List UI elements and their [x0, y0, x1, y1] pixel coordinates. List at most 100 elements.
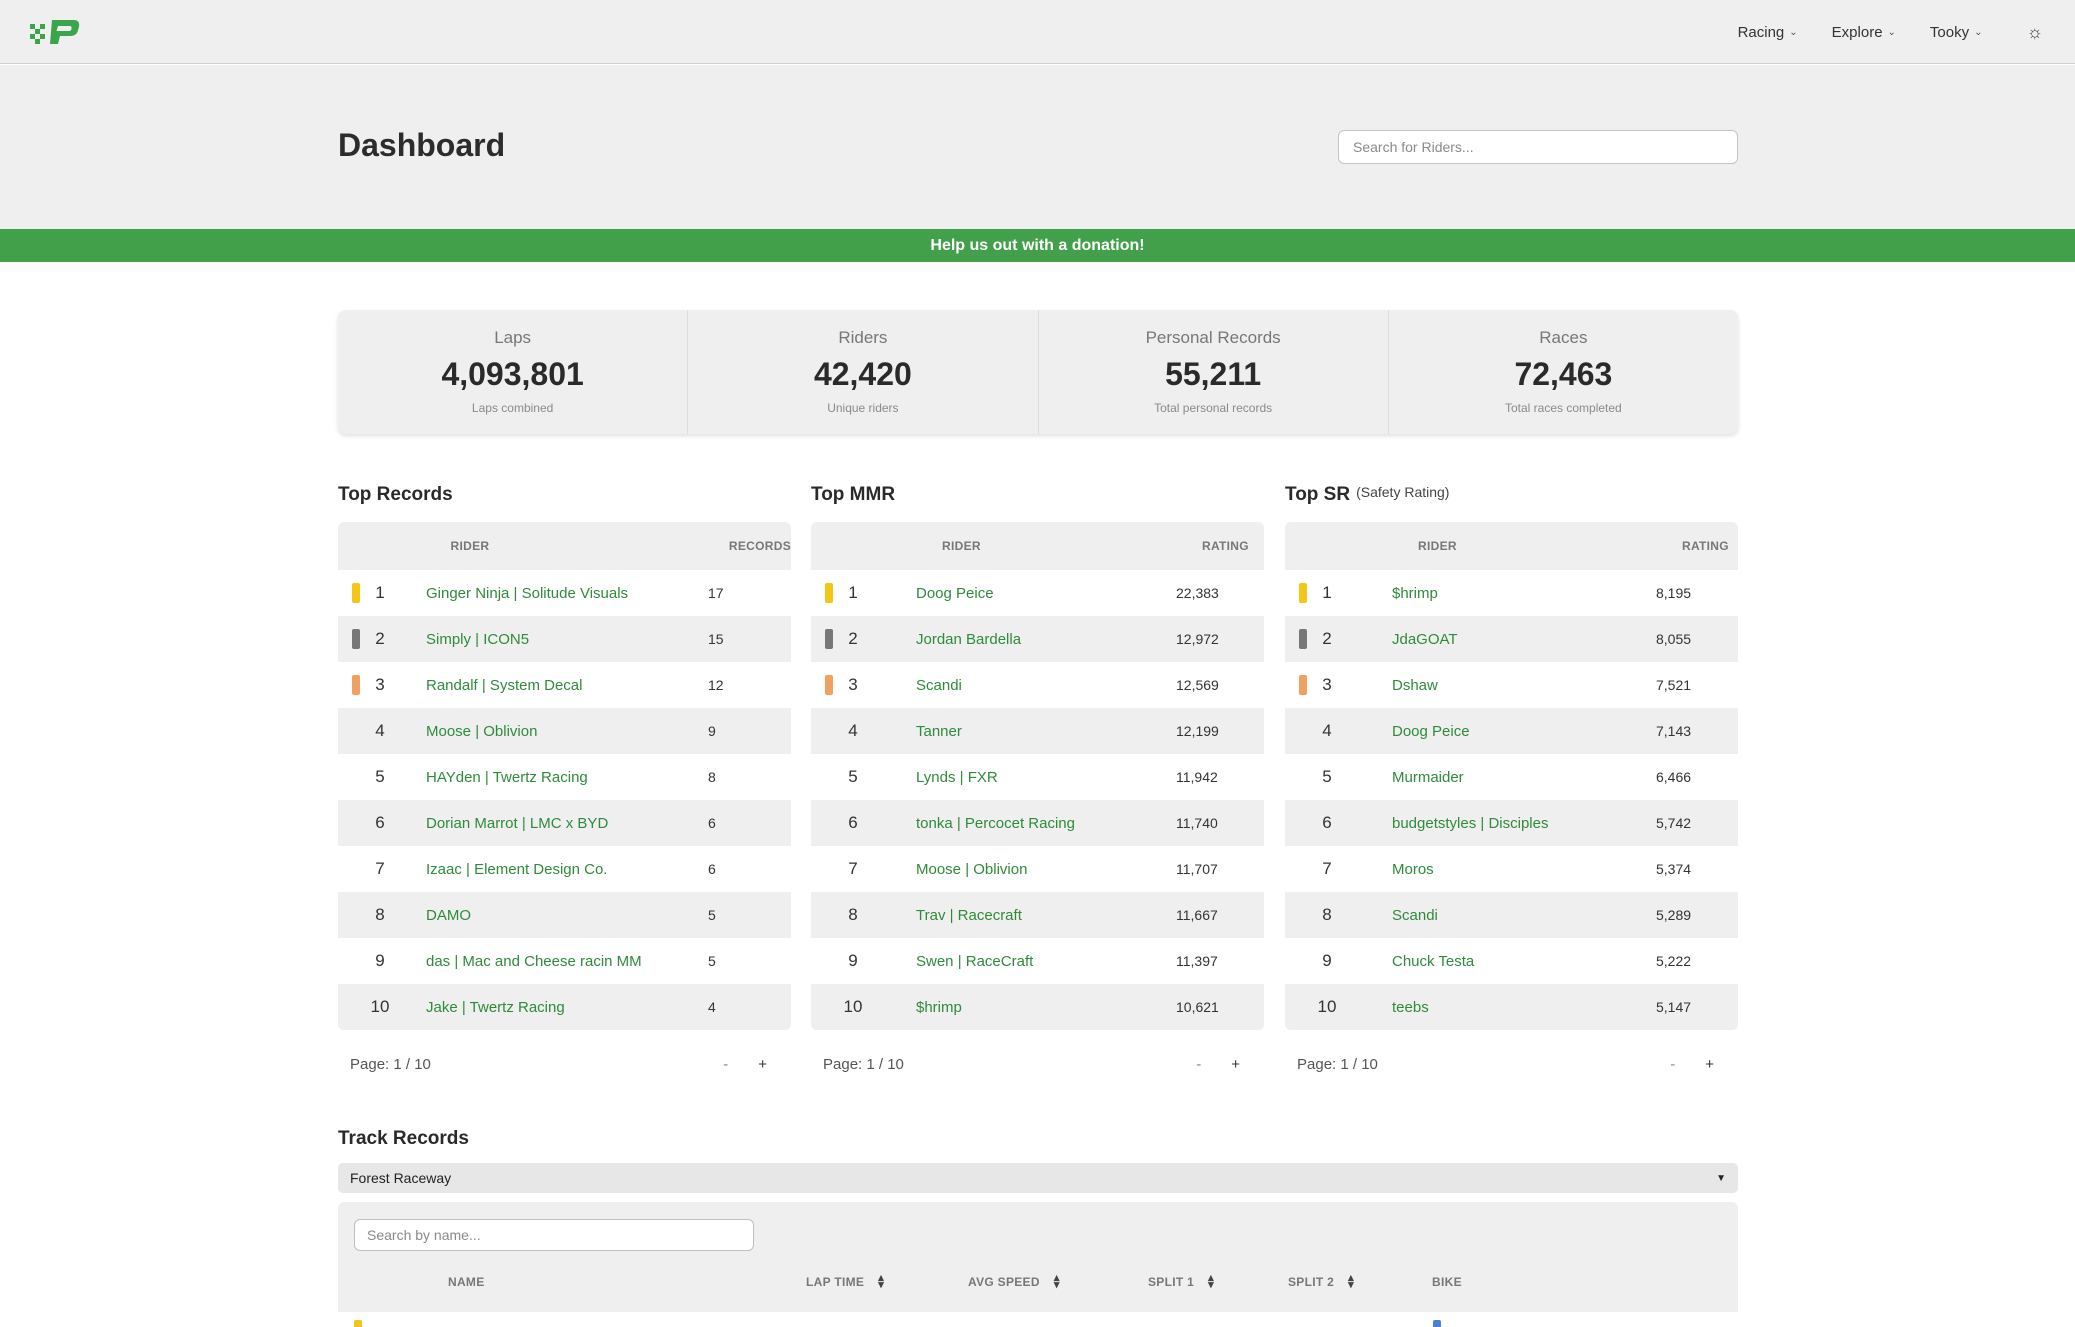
col-bike[interactable]: BIKE	[1432, 1275, 1462, 1289]
col-split-2[interactable]: SPLIT 2 ▴ ▾	[1288, 1273, 1354, 1291]
table-row[interactable]: 9 das | Mac and Cheese racin MM 5	[338, 938, 791, 984]
nav-user[interactable]: Tooky ⌄	[1930, 24, 1983, 41]
rider-link[interactable]: DAMO	[426, 907, 708, 924]
nav-racing[interactable]: Racing ⌄	[1738, 24, 1798, 41]
table-row[interactable]: 9 Chuck Testa 5,222	[1285, 938, 1738, 984]
col-split-1[interactable]: SPLIT 1 ▴ ▾	[1148, 1273, 1214, 1291]
rider-link[interactable]: Randalf | System Decal	[426, 677, 708, 694]
table-row[interactable]: 4 Doog Peice 7,143	[1285, 708, 1738, 754]
name-search-input[interactable]	[354, 1219, 754, 1251]
rank-marker	[825, 813, 833, 833]
table-row[interactable]: 4 Tanner 12,199	[811, 708, 1264, 754]
prev-page-button[interactable]: -	[1196, 1056, 1201, 1073]
table-row[interactable]: 3 Randalf | System Decal 12	[338, 662, 791, 708]
rider-link[interactable]: Jordan Bardella	[916, 631, 1176, 648]
table-row[interactable]: 6 tonka | Percocet Racing 11,740	[811, 800, 1264, 846]
logo-icon[interactable]	[30, 18, 80, 46]
row-value: 12,569	[1176, 677, 1219, 693]
rider-link[interactable]: Doog Peice	[1392, 723, 1656, 740]
rider-link[interactable]: HAYden | Twertz Racing	[426, 769, 708, 786]
col-name[interactable]: NAME	[448, 1275, 485, 1289]
rider-link[interactable]: Chuck Testa	[1392, 953, 1656, 970]
rider-link[interactable]: tonka | Percocet Racing	[916, 815, 1176, 832]
rider-link[interactable]: Dorian Marrot | LMC x BYD	[426, 815, 708, 832]
rider-link[interactable]: Moros	[1392, 861, 1656, 878]
rider-link[interactable]: teebs	[1392, 999, 1656, 1016]
nav-explore[interactable]: Explore ⌄	[1832, 24, 1896, 41]
table-row[interactable]: 3 Dshaw 7,521	[1285, 662, 1738, 708]
row-value: 5,289	[1656, 907, 1692, 923]
rider-link[interactable]: Dshaw	[1392, 677, 1656, 694]
table-row[interactable]: 5 Murmaider 6,466	[1285, 754, 1738, 800]
table-row[interactable]: 7 Izaac | Element Design Co. 6	[338, 846, 791, 892]
rider-link[interactable]: $hrimp	[1392, 585, 1656, 602]
table-row[interactable]: 10 Jake | Twertz Racing 4	[338, 984, 791, 1030]
table-row[interactable]	[338, 1312, 1738, 1327]
rider-link[interactable]: Tanner	[916, 723, 1176, 740]
rank: 1	[848, 583, 858, 602]
next-page-button[interactable]: +	[758, 1056, 767, 1073]
rank-marker	[1299, 997, 1307, 1017]
table-row[interactable]: 8 Scandi 5,289	[1285, 892, 1738, 938]
sort-icon[interactable]: ▴ ▾	[878, 1273, 884, 1291]
table-row[interactable]: 1 Doog Peice 22,383	[811, 570, 1264, 616]
track-select[interactable]: Forest Raceway ▼	[338, 1163, 1738, 1193]
table-row[interactable]: 1 $hrimp 8,195	[1285, 570, 1738, 616]
rider-link[interactable]: Trav | Racecraft	[916, 907, 1176, 924]
donation-banner[interactable]: Help us out with a donation!	[0, 229, 2075, 262]
table-row[interactable]: 10 $hrimp 10,621	[811, 984, 1264, 1030]
rider-search-input[interactable]	[1338, 130, 1738, 164]
rider-link[interactable]: das | Mac and Cheese racin MM	[426, 953, 708, 970]
next-page-button[interactable]: +	[1231, 1056, 1240, 1073]
table-row[interactable]: 3 Scandi 12,569	[811, 662, 1264, 708]
col-lap-time[interactable]: LAP TIME ▴ ▾	[806, 1273, 884, 1291]
table-row[interactable]: 2 Simply | ICON5 15	[338, 616, 791, 662]
rider-link[interactable]: Murmaider	[1392, 769, 1656, 786]
rider-link[interactable]: Ginger Ninja | Solitude Visuals	[426, 585, 708, 602]
prev-page-button[interactable]: -	[723, 1056, 728, 1073]
table-row[interactable]: 9 Swen | RaceCraft 11,397	[811, 938, 1264, 984]
rider-link[interactable]: Jake | Twertz Racing	[426, 999, 708, 1016]
rider-link[interactable]: Izaac | Element Design Co.	[426, 861, 708, 878]
table-row[interactable]: 2 JdaGOAT 8,055	[1285, 616, 1738, 662]
table-row[interactable]: 10 teebs 5,147	[1285, 984, 1738, 1030]
table-row[interactable]: 5 HAYden | Twertz Racing 8	[338, 754, 791, 800]
table-row[interactable]: 1 Ginger Ninja | Solitude Visuals 17	[338, 570, 791, 616]
rider-link[interactable]: Simply | ICON5	[426, 631, 708, 648]
rider-link[interactable]: Lynds | FXR	[916, 769, 1176, 786]
rider-link[interactable]: Scandi	[1392, 907, 1656, 924]
bike-color-marker	[1433, 1320, 1441, 1327]
top-mmr-board: Top MMR RIDER RATING 1 Doog Peice 22,383 2 Jord…	[811, 484, 1264, 1098]
theme-toggle-sun-icon[interactable]: ☼	[2027, 22, 2044, 43]
table-row[interactable]: 2 Jordan Bardella 12,972	[811, 616, 1264, 662]
rider-link[interactable]: $hrimp	[916, 999, 1176, 1016]
sort-icon[interactable]: ▴ ▾	[1208, 1273, 1214, 1291]
rank-marker	[352, 905, 360, 925]
rider-link[interactable]: budgetstyles | Disciples	[1392, 815, 1656, 832]
rider-link[interactable]: JdaGOAT	[1392, 631, 1656, 648]
sort-icon[interactable]: ▴ ▾	[1348, 1273, 1354, 1291]
table-row[interactable]: 6 Dorian Marrot | LMC x BYD 6	[338, 800, 791, 846]
table-row[interactable]: 6 budgetstyles | Disciples 5,742	[1285, 800, 1738, 846]
rider-link[interactable]: Moose | Oblivion	[426, 723, 708, 740]
col-avg-speed[interactable]: AVG SPEED ▴ ▾	[968, 1273, 1060, 1291]
sort-icon[interactable]: ▴ ▾	[1054, 1273, 1060, 1291]
table-row[interactable]: 7 Moros 5,374	[1285, 846, 1738, 892]
rider-link[interactable]: Scandi	[916, 677, 1176, 694]
gold-medal-marker	[352, 583, 360, 603]
rider-link[interactable]: Swen | RaceCraft	[916, 953, 1176, 970]
table-row[interactable]: 7 Moose | Oblivion 11,707	[811, 846, 1264, 892]
next-page-button[interactable]: +	[1705, 1056, 1714, 1073]
row-value: 7,521	[1656, 677, 1692, 693]
table-row[interactable]: 8 DAMO 5	[338, 892, 791, 938]
table-row[interactable]: 4 Moose | Oblivion 9	[338, 708, 791, 754]
prev-page-button[interactable]: -	[1670, 1056, 1675, 1073]
rider-link[interactable]: Moose | Oblivion	[916, 861, 1176, 878]
stats-panel: Laps 4,093,801 Laps combined Riders 42,4…	[338, 310, 1738, 434]
col-value: RATING	[1682, 539, 1729, 553]
col-rider: RIDER	[1418, 539, 1457, 553]
row-value: 5,742	[1656, 815, 1692, 831]
rider-link[interactable]: Doog Peice	[916, 585, 1176, 602]
table-row[interactable]: 8 Trav | Racecraft 11,667	[811, 892, 1264, 938]
table-row[interactable]: 5 Lynds | FXR 11,942	[811, 754, 1264, 800]
